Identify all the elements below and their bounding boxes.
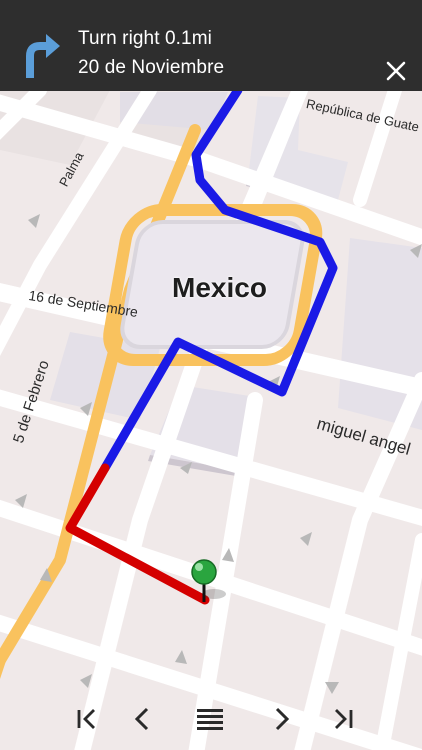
skip-last-icon — [335, 709, 353, 729]
street-name: 20 de Noviembre — [78, 57, 225, 78]
skip-first-icon — [77, 709, 95, 729]
close-button[interactable] — [380, 56, 412, 86]
place-label: Mexico — [172, 272, 267, 303]
next-step-button[interactable] — [261, 698, 303, 740]
turn-right-arrow-icon — [18, 30, 64, 82]
last-step-button[interactable] — [322, 698, 364, 740]
step-controls — [0, 690, 422, 750]
turn-instruction: Turn right 0.1mi — [78, 28, 212, 49]
list-icon — [197, 709, 223, 730]
navigation-banner: Turn right 0.1mi 20 de Noviembre — [0, 0, 422, 91]
directions-list-button[interactable] — [189, 698, 231, 740]
first-step-button[interactable] — [66, 698, 108, 740]
chevron-left-icon — [134, 707, 149, 731]
previous-step-button[interactable] — [121, 698, 163, 740]
close-icon — [386, 61, 406, 81]
chevron-right-icon — [275, 707, 290, 731]
